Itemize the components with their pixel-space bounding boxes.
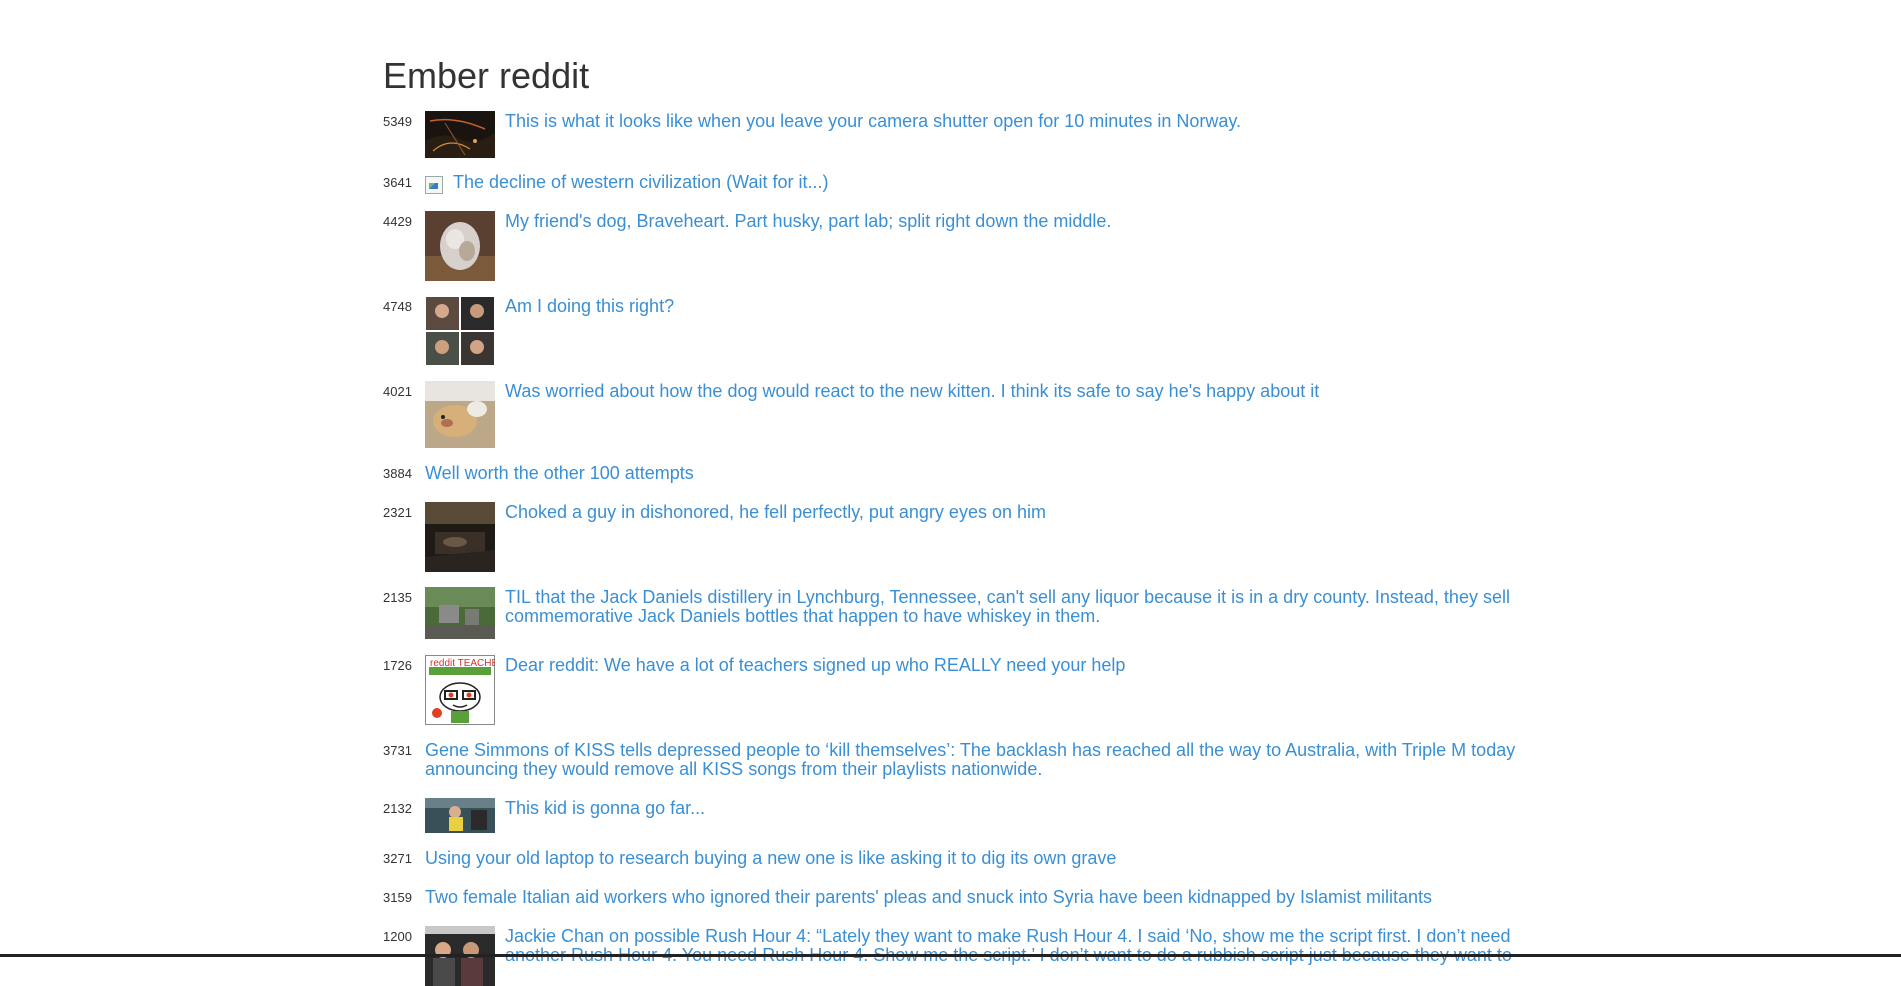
- post-title-link[interactable]: Was worried about how the dog would reac…: [505, 381, 1319, 401]
- post-item: 4021 Was worried about how the dog would…: [383, 381, 1518, 463]
- post-item: 2321 Choked a guy in dishonored, he fell…: [383, 502, 1518, 587]
- post-title-link[interactable]: The decline of western civilization (Wai…: [453, 172, 828, 192]
- post-title-link[interactable]: Am I doing this right?: [505, 296, 674, 316]
- post-item: 3641 The decline of western civilization…: [383, 172, 1518, 211]
- post-score: 4021: [383, 384, 412, 399]
- post-thumbnail-distillery[interactable]: [425, 587, 495, 639]
- post-item: 3884 Well worth the other 100 attempts: [383, 463, 1518, 502]
- page-title: Ember reddit: [383, 55, 590, 96]
- post-score: 1726: [383, 658, 412, 673]
- post-title-link[interactable]: Two female Italian aid workers who ignor…: [425, 887, 1432, 907]
- post-thumbnail-reddit-teachers[interactable]: reddit TEACHERS: [425, 655, 495, 725]
- post-item: 1726 reddit TEACHERS Dear reddi: [383, 655, 1518, 740]
- post-thumbnail-kid[interactable]: [425, 798, 495, 833]
- post-title-link[interactable]: Gene Simmons of KISS tells depressed peo…: [425, 740, 1518, 779]
- post-title-link[interactable]: TIL that the Jack Daniels distillery in …: [505, 587, 1518, 626]
- post-score: 2132: [383, 801, 412, 816]
- post-score: 2321: [383, 505, 412, 520]
- post-thumbnail-night-sky[interactable]: [425, 111, 495, 158]
- post-list: 5349 This is what it looks like when you…: [383, 111, 1518, 986]
- post-title-link[interactable]: Jackie Chan on possible Rush Hour 4: “La…: [505, 926, 1518, 965]
- post-thumbnail-collage[interactable]: [425, 296, 495, 366]
- post-title-link[interactable]: Choked a guy in dishonored, he fell perf…: [505, 502, 1046, 522]
- post-item: 2132 This kid is gonna go far...: [383, 798, 1518, 848]
- post-score: 1200: [383, 929, 412, 944]
- post-item: 3271 Using your old laptop to research b…: [383, 848, 1518, 887]
- post-score: 2135: [383, 590, 412, 605]
- post-title-link[interactable]: This is what it looks like when you leav…: [505, 111, 1241, 131]
- post-score: 3271: [383, 851, 412, 866]
- post-thumbnail-game[interactable]: [425, 502, 495, 572]
- post-score: 5349: [383, 114, 412, 129]
- post-title-link[interactable]: My friend's dog, Braveheart. Part husky,…: [505, 211, 1111, 231]
- post-item: 5349 This is what it looks like when you…: [383, 111, 1518, 172]
- post-score: 4748: [383, 299, 412, 314]
- post-item: 4429 My friend's dog, Braveheart. Part h…: [383, 211, 1518, 296]
- post-title-link[interactable]: Well worth the other 100 attempts: [425, 463, 694, 483]
- broken-image-icon[interactable]: [425, 174, 445, 194]
- reddit-alien-icon: reddit TEACHERS: [425, 655, 495, 725]
- post-score: 3641: [383, 175, 412, 190]
- post-item: 2135 TIL that the Jack Daniels distiller…: [383, 587, 1518, 655]
- post-title-link[interactable]: Dear reddit: We have a lot of teachers s…: [505, 655, 1125, 675]
- post-score: 3884: [383, 466, 412, 481]
- post-item: 3731 Gene Simmons of KISS tells depresse…: [383, 740, 1518, 798]
- post-item: 3159 Two female Italian aid workers who …: [383, 887, 1518, 926]
- post-title-link[interactable]: This kid is gonna go far...: [505, 798, 705, 818]
- post-item: 4748 Am I doing this right?: [383, 296, 1518, 381]
- post-score: 3159: [383, 890, 412, 905]
- post-score: 4429: [383, 214, 412, 229]
- post-score: 3731: [383, 743, 412, 758]
- post-thumbnail-dog[interactable]: [425, 211, 495, 281]
- post-thumbnail-dog-kitten[interactable]: [425, 381, 495, 448]
- post-title-link[interactable]: Using your old laptop to research buying…: [425, 848, 1116, 868]
